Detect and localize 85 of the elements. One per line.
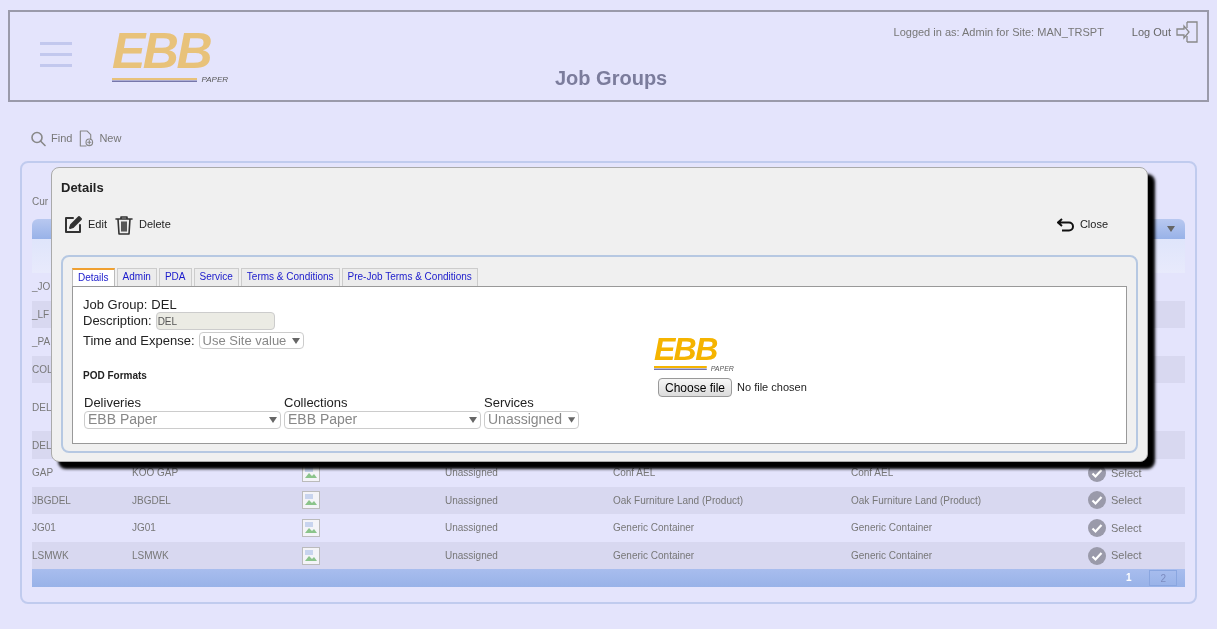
table-cell-text: Generic Container: [613, 549, 696, 564]
tab[interactable]: Terms & Conditions: [240, 267, 340, 286]
table-cell-text: Unassigned: [445, 466, 499, 481]
edit-button[interactable]: Edit: [63, 214, 107, 235]
table-cell-text: Unassigned: [445, 549, 499, 564]
trash-icon: [113, 214, 134, 235]
pod-format-select[interactable]: EBB Paper: [284, 410, 481, 429]
table-cell-text: JBGDEL: [132, 493, 172, 508]
pod-format-select[interactable]: Unassigned: [484, 410, 579, 429]
select-button[interactable]: Select: [1088, 518, 1142, 537]
select-button[interactable]: Select: [1088, 463, 1142, 482]
table-cell-text: JG01: [132, 521, 157, 536]
table-cell-text: JBGDEL: [32, 493, 72, 508]
logo-underline-icon: [112, 78, 198, 82]
delete-button[interactable]: Delete: [113, 214, 171, 235]
check-icon: [1088, 491, 1106, 510]
table-cell-text: DEL: [32, 438, 52, 453]
field-label: Time and Expense:: [83, 331, 195, 350]
check-icon: [1088, 546, 1106, 565]
select-button[interactable]: Select: [1088, 491, 1142, 510]
time-expense-select[interactable]: Use Site value: [198, 332, 305, 349]
table-cell-text: COL: [32, 363, 53, 378]
menu-icon[interactable]: [40, 42, 72, 68]
new-button[interactable]: New: [78, 129, 122, 147]
caret-icon: [1167, 226, 1175, 232]
broken-image-icon: [302, 463, 320, 482]
choose-file-button[interactable]: Choose file: [658, 377, 733, 397]
file-status: No file chosen: [737, 379, 807, 395]
table-cell-text: Oak Furniture Land (Product): [851, 493, 983, 508]
table-cell-text: KOO GAP: [132, 466, 180, 481]
page-title: Job Groups: [555, 68, 668, 88]
field-label: Job Group:: [83, 295, 148, 312]
table-cell-text: JG01: [32, 521, 57, 536]
undo-arrow-icon: [1056, 217, 1075, 232]
section-heading: POD Formats: [83, 369, 147, 381]
broken-image-icon: [302, 491, 320, 510]
logout-icon: [1175, 20, 1199, 44]
close-button[interactable]: Close: [1056, 216, 1108, 233]
caret-icon: [292, 337, 301, 344]
logo-tagline: PAPER: [201, 76, 228, 84]
tab[interactable]: Details: [72, 267, 115, 286]
table-cell-text: _LF: [32, 307, 50, 322]
check-icon: [1088, 518, 1106, 537]
select-button[interactable]: Select: [1088, 546, 1142, 565]
table-cell-text: Conf AEL: [851, 466, 895, 481]
search-icon: [30, 129, 46, 147]
logo-underline-icon: [653, 366, 707, 370]
pod-format-select[interactable]: EBB Paper: [84, 410, 281, 429]
field-label: Description:: [83, 312, 152, 331]
table-cell-text: Generic Container: [851, 521, 934, 536]
caret-icon: [269, 416, 277, 423]
table-cell-text: GAP: [32, 466, 55, 481]
find-button[interactable]: Find: [30, 129, 73, 147]
tab[interactable]: Service: [193, 267, 239, 286]
table-cell-text: _PA: [32, 335, 51, 350]
login-status: Logged in as: Admin for Site: MAN_TRSPT: [893, 24, 1104, 40]
tab[interactable]: PDA: [158, 267, 192, 286]
edit-icon: [63, 214, 83, 235]
table-cell-text: DEL: [32, 400, 52, 415]
tab[interactable]: Admin: [116, 267, 157, 286]
check-icon: [1088, 463, 1106, 482]
table-cell-text: Oak Furniture Land (Product): [613, 493, 745, 508]
table-cell-text: _JO: [32, 280, 51, 295]
field-label: Deliveries: [84, 394, 143, 411]
logo-text: EBB: [112, 26, 211, 76]
table-cell-text: Generic Container: [851, 549, 934, 564]
list-label: Cur: [32, 196, 49, 207]
field-label: Services: [484, 394, 535, 411]
logout-button[interactable]: Log Out: [1131, 20, 1199, 44]
tab[interactable]: Pre-Job Terms & Conditions: [341, 267, 478, 286]
dialog-title: Details: [61, 179, 105, 197]
table-cell-text: LSMWK: [32, 549, 70, 564]
table-cell-text: Conf AEL: [613, 466, 657, 481]
field-value: DEL: [151, 295, 177, 312]
table-cell-text: Unassigned: [445, 521, 499, 536]
document-plus-icon: [78, 129, 95, 147]
logo-text: EBB: [653, 332, 717, 365]
caret-icon: [567, 416, 575, 423]
caret-icon: [469, 416, 477, 423]
broken-image-icon: [302, 546, 320, 565]
table-cell-text: Generic Container: [613, 521, 696, 536]
broken-image-icon: [302, 518, 320, 537]
table-cell-text: LSMWK: [132, 549, 170, 564]
field-label: Collections: [284, 394, 349, 411]
table-cell-text: Unassigned: [445, 493, 499, 508]
